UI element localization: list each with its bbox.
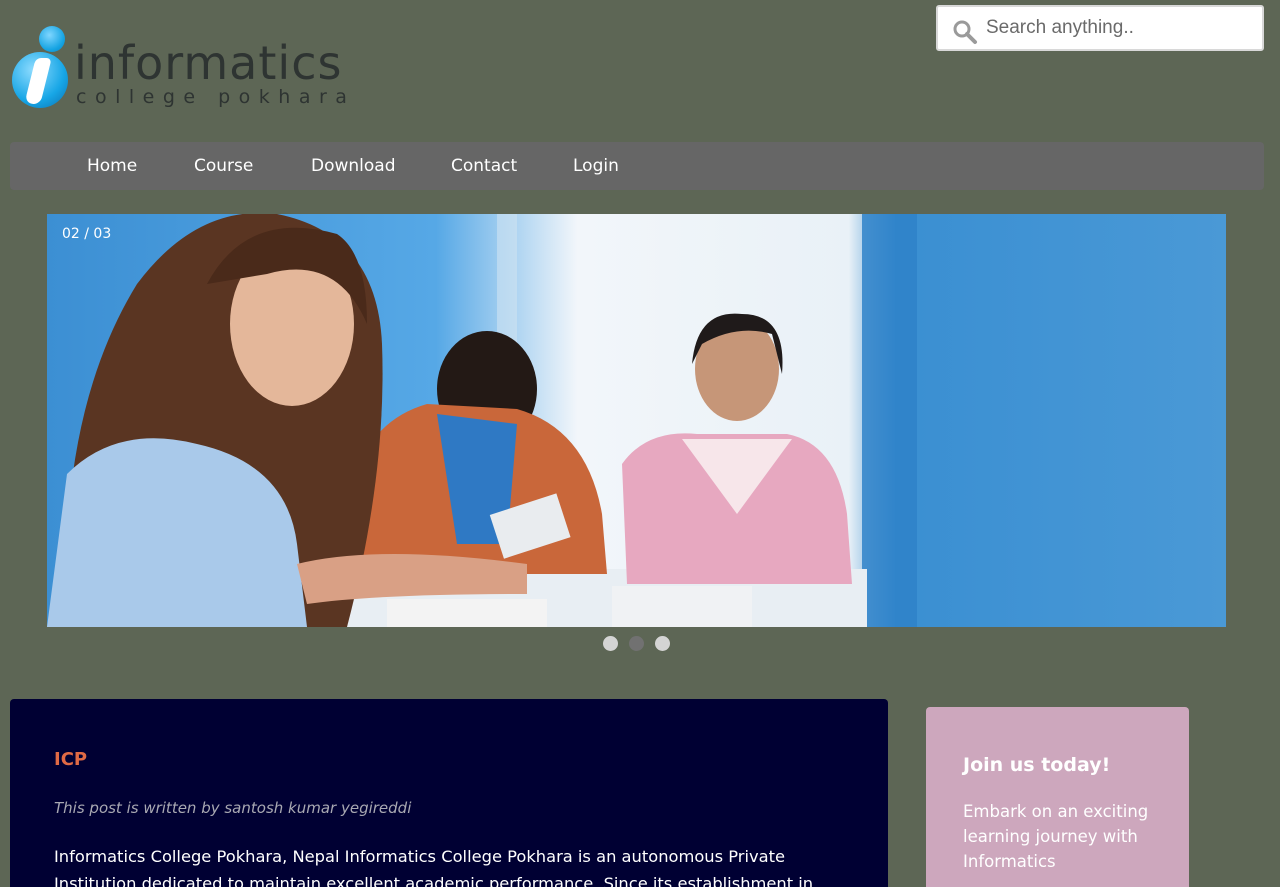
nav-item-contact[interactable]: Contact [451,142,517,190]
slider-dot-3[interactable] [655,636,670,651]
nav-item-login[interactable]: Login [573,142,619,190]
logo-dot [39,26,65,52]
post-byline: This post is written by santosh kumar ye… [54,799,412,817]
join-box: Join us today! Embark on an exciting lea… [926,707,1189,887]
slider-dot-2[interactable] [629,636,644,651]
slider-dot-1[interactable] [603,636,618,651]
join-text: Embark on an exciting learning journey w… [963,802,1149,871]
nav-item-course[interactable]: Course [194,142,253,190]
join-title: Join us today! [963,754,1111,776]
logo-subtitle: college pokhara [76,86,356,108]
search-icon[interactable] [952,19,978,45]
post-title[interactable]: ICP [54,749,87,770]
slide-counter: 02 / 03 [62,226,112,242]
post-body: Informatics College Pokhara, Nepal Infor… [54,847,814,887]
nav-item-download[interactable]: Download [311,142,396,190]
nav-item-home[interactable]: Home [87,142,137,190]
hero-slide[interactable]: 02 / 03 [47,214,1226,627]
post-card: ICP This post is written by santosh kuma… [10,699,888,887]
college-logo[interactable]: informatics college pokhara [12,24,384,114]
logo-wordmark: informatics [74,36,343,90]
search-box [936,5,1264,51]
classroom-photo [47,214,1226,627]
search-input[interactable] [986,12,1256,44]
main-nav: Home Course Download Contact Login [10,142,1264,190]
